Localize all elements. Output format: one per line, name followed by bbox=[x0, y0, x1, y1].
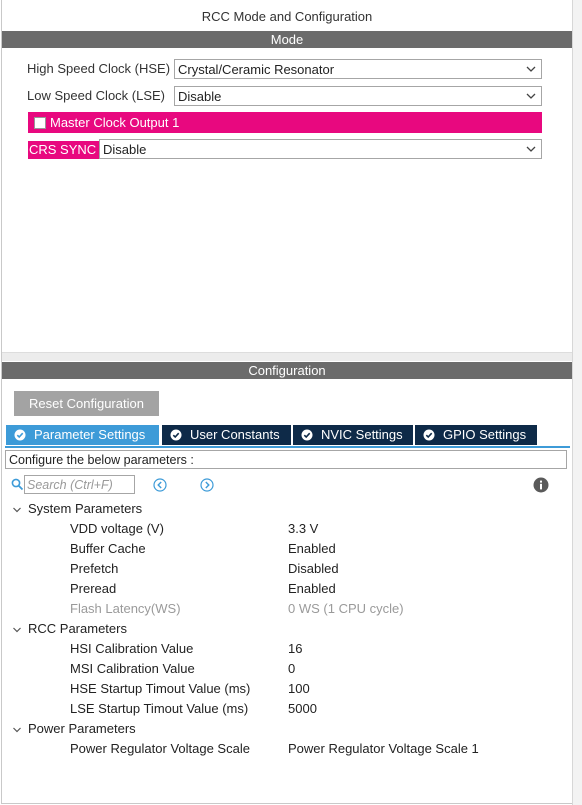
hse-select[interactable]: Crystal/Ceramic Resonator bbox=[174, 59, 542, 79]
param-name: Preread bbox=[70, 581, 117, 596]
crs-sync-select[interactable]: Disable bbox=[99, 139, 542, 159]
param-name: HSI Calibration Value bbox=[70, 641, 194, 656]
lse-label: Low Speed Clock (LSE) bbox=[27, 88, 166, 103]
lse-value: Disable bbox=[178, 89, 222, 104]
param-name: VDD voltage (V) bbox=[70, 521, 164, 536]
chevron-down-icon bbox=[13, 507, 21, 512]
param-name: HSE Startup Timout Value (ms) bbox=[70, 681, 251, 696]
param-name: MSI Calibration Value bbox=[70, 661, 195, 676]
param-value[interactable]: Disabled bbox=[288, 559, 339, 579]
mode-header: Mode bbox=[2, 31, 572, 48]
vertical-scrollbar[interactable] bbox=[572, 0, 582, 805]
group-label: RCC Parameters bbox=[28, 621, 127, 636]
configuration-header: Configuration bbox=[2, 362, 572, 379]
panel-title: RCC Mode and Configuration bbox=[201, 9, 373, 24]
config-tabs: Parameter Settings User Constants NVIC S… bbox=[5, 425, 570, 448]
group-system-parameters[interactable]: System Parameters bbox=[12, 499, 142, 519]
tab-label: User Constants bbox=[190, 427, 280, 442]
param-value[interactable]: 16 bbox=[288, 639, 302, 659]
tab-nvic-settings[interactable]: NVIC Settings bbox=[293, 425, 413, 445]
search-input[interactable] bbox=[24, 475, 135, 494]
tab-user-constants[interactable]: User Constants bbox=[162, 425, 291, 445]
rcc-panel: RCC Mode and Configuration Mode High Spe… bbox=[1, 0, 573, 804]
chevron-down-icon bbox=[526, 93, 536, 99]
param-value[interactable]: Power Regulator Voltage Scale 1 bbox=[288, 739, 479, 759]
tab-label: NVIC Settings bbox=[321, 427, 403, 442]
previous-icon[interactable] bbox=[153, 478, 167, 492]
hse-label: High Speed Clock (HSE) bbox=[27, 61, 171, 76]
tab-label: Parameter Settings bbox=[34, 427, 146, 442]
info-icon[interactable] bbox=[533, 477, 549, 493]
check-circle-icon bbox=[170, 429, 182, 441]
param-value[interactable]: 3.3 V bbox=[288, 519, 318, 539]
param-name: LSE Startup Timout Value (ms) bbox=[70, 701, 249, 716]
reset-configuration-button[interactable]: Reset Configuration bbox=[14, 391, 159, 416]
splitter[interactable] bbox=[2, 352, 572, 361]
chevron-down-icon bbox=[526, 66, 536, 72]
param-value[interactable]: 5000 bbox=[288, 699, 317, 719]
group-rcc-parameters[interactable]: RCC Parameters bbox=[12, 619, 127, 639]
instruction-text: Configure the below parameters : bbox=[5, 450, 567, 469]
group-label: System Parameters bbox=[28, 501, 143, 516]
hse-value: Crystal/Ceramic Resonator bbox=[178, 62, 335, 77]
chevron-down-icon bbox=[13, 727, 21, 732]
chevron-down-icon bbox=[13, 627, 21, 632]
check-circle-icon bbox=[301, 429, 313, 441]
next-icon[interactable] bbox=[200, 478, 214, 492]
tab-parameter-settings[interactable]: Parameter Settings bbox=[6, 425, 159, 445]
mco-label: Master Clock Output 1 bbox=[50, 115, 180, 130]
mco-row[interactable]: Master Clock Output 1 bbox=[28, 112, 542, 133]
tab-label: GPIO Settings bbox=[443, 427, 527, 442]
param-value[interactable]: 0 bbox=[288, 659, 295, 679]
group-power-parameters[interactable]: Power Parameters bbox=[12, 719, 136, 739]
check-circle-icon bbox=[423, 429, 435, 441]
param-name: Prefetch bbox=[70, 561, 119, 576]
tab-gpio-settings[interactable]: GPIO Settings bbox=[415, 425, 537, 445]
crs-sync-value: Disable bbox=[103, 142, 147, 157]
group-label: Power Parameters bbox=[28, 721, 136, 736]
param-value[interactable]: 100 bbox=[288, 679, 310, 699]
mco-checkbox[interactable] bbox=[34, 117, 46, 129]
param-value[interactable]: Enabled bbox=[288, 539, 336, 559]
search-icon[interactable] bbox=[11, 478, 24, 491]
param-value: 0 WS (1 CPU cycle) bbox=[288, 601, 404, 616]
param-name: Buffer Cache bbox=[70, 541, 146, 556]
chevron-down-icon bbox=[526, 146, 536, 152]
lse-select[interactable]: Disable bbox=[174, 86, 542, 106]
param-value[interactable]: Enabled bbox=[288, 579, 336, 599]
check-circle-icon bbox=[14, 429, 26, 441]
param-name: Power Regulator Voltage Scale bbox=[70, 741, 250, 756]
crs-sync-label: CRS SYNC bbox=[28, 141, 99, 159]
param-name: Flash Latency(WS) bbox=[70, 601, 181, 616]
